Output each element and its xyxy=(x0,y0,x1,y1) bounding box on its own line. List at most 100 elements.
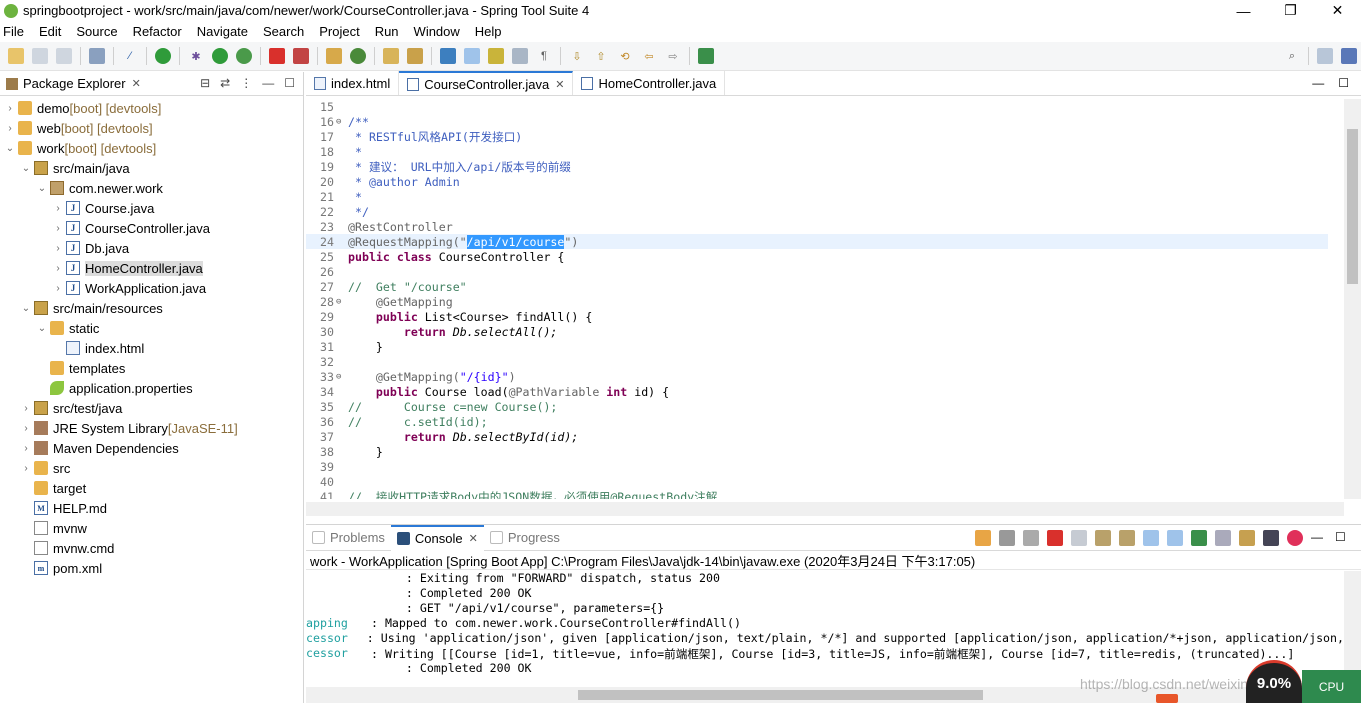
run-icon[interactable] xyxy=(212,48,228,64)
tab-progress[interactable]: Progress xyxy=(484,525,566,551)
terminal-icon[interactable] xyxy=(89,48,105,64)
coverage-icon[interactable] xyxy=(236,48,252,64)
tree-item-jre-system-library[interactable]: › JRE System Library [JavaSE-11] xyxy=(0,418,303,438)
spring-icon[interactable] xyxy=(1287,530,1303,546)
chevron-right-icon[interactable]: › xyxy=(4,103,16,114)
previous-annotation-icon[interactable]: ⇧ xyxy=(593,48,609,64)
chevron-right-icon[interactable]: › xyxy=(52,223,64,234)
restart-icon[interactable] xyxy=(975,530,991,546)
boot-dashboard-icon[interactable] xyxy=(155,48,171,64)
tree-item-help-md[interactable]: M HELP.md xyxy=(0,498,303,518)
toggle-mark-occurrences-icon[interactable] xyxy=(440,48,456,64)
display-console-icon[interactable] xyxy=(1215,530,1231,546)
menu-window[interactable]: Window xyxy=(414,24,460,39)
menu-source[interactable]: Source xyxy=(76,24,117,39)
tree-item-pom-xml[interactable]: m pom.xml xyxy=(0,558,303,578)
tree-item-workapplication-java[interactable]: › J WorkApplication.java xyxy=(0,278,303,298)
open-type-icon[interactable] xyxy=(383,48,399,64)
chevron-down-icon[interactable]: ⌄ xyxy=(36,323,48,334)
collapse-all-icon[interactable]: ⊟ xyxy=(200,76,210,90)
editor-vertical-scrollbar[interactable] xyxy=(1344,99,1361,499)
chevron-right-icon[interactable]: › xyxy=(20,423,32,434)
new-java-project-icon[interactable] xyxy=(326,48,342,64)
tree-item-db-java[interactable]: › J Db.java xyxy=(0,238,303,258)
show-on-stderr-icon[interactable] xyxy=(1167,530,1183,546)
chevron-right-icon[interactable]: › xyxy=(52,283,64,294)
pin-editor-icon[interactable] xyxy=(698,48,714,64)
chevron-right-icon[interactable]: › xyxy=(20,443,32,454)
maximize-button[interactable]: ❐ xyxy=(1267,0,1314,21)
minimize-button[interactable]: — xyxy=(1220,0,1267,21)
word-wrap-icon[interactable] xyxy=(488,48,504,64)
remove-launch-icon[interactable] xyxy=(999,530,1015,546)
chevron-down-icon[interactable]: ⌄ xyxy=(20,303,32,314)
new-icon[interactable] xyxy=(8,48,24,64)
scrollbar-thumb[interactable] xyxy=(1347,129,1358,284)
clear-console-icon[interactable] xyxy=(1071,530,1087,546)
last-edit-location-icon[interactable]: ⟲ xyxy=(617,48,633,64)
java-perspective-icon[interactable] xyxy=(1341,48,1357,64)
back-icon[interactable]: ⇦ xyxy=(641,48,657,64)
toggle-highlight-icon[interactable] xyxy=(464,48,480,64)
show-whitespace-icon[interactable]: ¶ xyxy=(536,48,552,64)
open-console-icon[interactable] xyxy=(1239,530,1255,546)
save-icon[interactable] xyxy=(32,48,48,64)
word-wrap-console-icon[interactable] xyxy=(1119,530,1135,546)
tab-coursecontroller-java[interactable]: CourseController.java ✕ xyxy=(399,71,574,95)
link-with-editor-icon[interactable]: ⇄ xyxy=(220,76,230,90)
maximize-view-icon[interactable]: ☐ xyxy=(284,76,295,90)
tree-item-homecontroller-java[interactable]: › J HomeController.java xyxy=(0,258,303,278)
tab-problems[interactable]: Problems xyxy=(306,525,391,551)
tab-index-html[interactable]: index.html xyxy=(306,71,400,95)
debug-icon[interactable]: ✱ xyxy=(188,48,204,64)
close-button[interactable]: ✕ xyxy=(1314,0,1361,21)
next-annotation-icon[interactable]: ⇩ xyxy=(569,48,585,64)
new-class-icon[interactable] xyxy=(350,48,366,64)
close-icon[interactable]: ✕ xyxy=(469,532,478,545)
chevron-right-icon[interactable]: › xyxy=(20,403,32,414)
menu-refactor[interactable]: Refactor xyxy=(133,24,182,39)
console-settings-icon[interactable] xyxy=(1263,530,1279,546)
view-menu-icon[interactable]: ⋮ xyxy=(240,76,252,90)
tree-item-index-html[interactable]: index.html xyxy=(0,338,303,358)
relaunch-icon[interactable] xyxy=(293,48,309,64)
forward-icon[interactable]: ⇨ xyxy=(665,48,681,64)
save-all-icon[interactable] xyxy=(56,48,72,64)
show-on-stdout-icon[interactable] xyxy=(1143,530,1159,546)
stop-icon[interactable] xyxy=(269,48,285,64)
minimize-editor-icon[interactable]: — xyxy=(1312,76,1324,90)
minimize-console-icon[interactable]: — xyxy=(1311,530,1327,546)
tree-item-src-main-resources[interactable]: ⌄ src/main/resources xyxy=(0,298,303,318)
menu-navigate[interactable]: Navigate xyxy=(197,24,248,39)
pin-console-icon[interactable] xyxy=(1191,530,1207,546)
menu-project[interactable]: Project xyxy=(319,24,359,39)
tree-item-src-test-java[interactable]: › src/test/java xyxy=(0,398,303,418)
tab-homecontroller-java[interactable]: HomeController.java xyxy=(573,71,726,95)
tree-item-web[interactable]: › web [boot] [devtools] xyxy=(0,118,303,138)
console-vertical-scrollbar[interactable] xyxy=(1344,571,1361,683)
menu-help[interactable]: Help xyxy=(475,24,502,39)
menu-run[interactable]: Run xyxy=(375,24,399,39)
tree-item-src[interactable]: › src xyxy=(0,458,303,478)
chevron-right-icon[interactable]: › xyxy=(52,263,64,274)
tree-item-static[interactable]: ⌄ static xyxy=(0,318,303,338)
terminate-icon[interactable] xyxy=(1047,530,1063,546)
menu-search[interactable]: Search xyxy=(263,24,304,39)
open-perspective-icon[interactable] xyxy=(1317,48,1333,64)
chevron-down-icon[interactable]: ⌄ xyxy=(20,163,32,174)
close-icon[interactable]: ✕ xyxy=(132,77,141,90)
code-editor[interactable]: 15 16 ⊖/** 17 * RESTful风格API(开发接口) 18 * 1… xyxy=(306,99,1328,499)
tree-item-application-properties[interactable]: application.properties xyxy=(0,378,303,398)
chevron-down-icon[interactable]: ⌄ xyxy=(4,143,16,154)
tree-item-maven-dependencies[interactable]: › Maven Dependencies xyxy=(0,438,303,458)
tree-item-mvnw[interactable]: mvnw xyxy=(0,518,303,538)
maximize-console-icon[interactable]: ☐ xyxy=(1335,530,1351,546)
chevron-down-icon[interactable]: ⌄ xyxy=(36,183,48,194)
tree-item-demo[interactable]: › demo [boot] [devtools] xyxy=(0,98,303,118)
maximize-editor-icon[interactable]: ☐ xyxy=(1338,76,1349,90)
tree-item-target[interactable]: target xyxy=(0,478,303,498)
menu-file[interactable]: File xyxy=(3,24,24,39)
console-output[interactable]: : Exiting from "FORWARD" dispatch, statu… xyxy=(306,571,1344,683)
fold-icon[interactable]: ⊖ xyxy=(336,372,348,382)
minimize-view-icon[interactable]: — xyxy=(262,76,274,90)
